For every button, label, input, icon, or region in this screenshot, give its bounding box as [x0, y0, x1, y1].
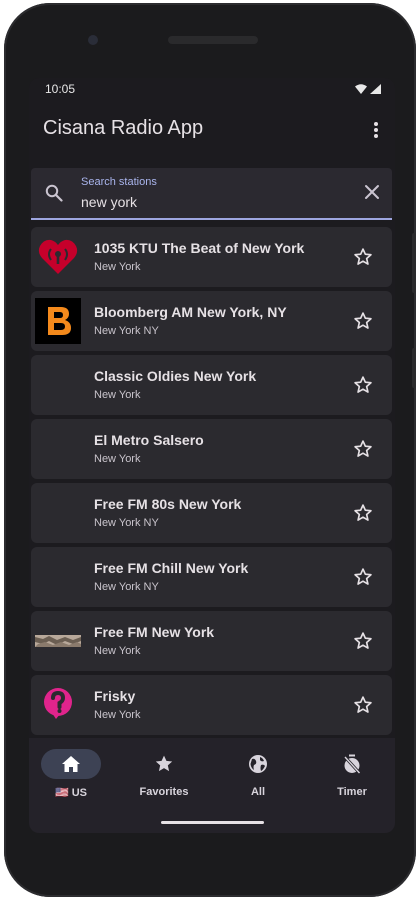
station-location: New York NY — [94, 517, 159, 529]
signal-icon — [370, 84, 381, 94]
station-location: New York — [94, 453, 141, 465]
favorite-star-icon[interactable] — [353, 631, 373, 651]
search-input[interactable] — [81, 192, 301, 212]
favorite-star-icon[interactable] — [353, 503, 373, 523]
nav-label: Timer — [337, 786, 367, 798]
phone-frame: 10:05 Cisana Radio App Search stations n… — [4, 3, 416, 897]
station-card[interactable]: Free FM 80s New York New York NY — [31, 483, 392, 543]
station-location: New York — [94, 709, 141, 721]
status-bar: 10:05 — [29, 78, 395, 102]
timer-off-icon — [343, 754, 361, 774]
station-name: Free FM Chill New York — [94, 560, 249, 576]
favorite-star-icon[interactable] — [353, 695, 373, 715]
station-card[interactable]: Frisky New York — [31, 675, 392, 735]
globe-icon — [249, 755, 267, 773]
front-camera — [88, 35, 98, 45]
station-location: New York — [94, 261, 141, 273]
iheart-logo — [38, 239, 78, 274]
earpiece-speaker — [168, 36, 258, 44]
station-name: 1035 KTU The Beat of New York — [94, 240, 305, 256]
nav-label: Favorites — [139, 786, 189, 798]
station-card[interactable]: Free FM New York New York — [31, 611, 392, 671]
search-label: Search stations — [81, 176, 157, 188]
home-icon — [62, 756, 80, 772]
power-button — [412, 348, 416, 388]
station-card[interactable]: Free FM Chill New York New York NY — [31, 547, 392, 607]
star-icon — [155, 755, 173, 772]
nav-active-indicator — [41, 749, 101, 779]
nav-label: 🇺🇸 US — [54, 787, 88, 799]
station-name: Classic Oldies New York — [94, 368, 257, 384]
favorite-star-icon[interactable] — [353, 567, 373, 587]
station-card[interactable]: Classic Oldies New York New York — [31, 355, 392, 415]
status-time: 10:05 — [45, 82, 76, 96]
more-options-button[interactable] — [371, 120, 381, 140]
favorite-star-icon[interactable] — [353, 439, 373, 459]
more-vert-icon — [374, 122, 378, 126]
frisky-logo — [44, 688, 72, 719]
station-name: Free FM 80s New York — [94, 496, 242, 512]
wifi-icon — [355, 84, 367, 94]
volume-button — [412, 233, 416, 293]
station-location: New York — [94, 645, 141, 657]
station-name: El Metro Salsero — [94, 432, 204, 448]
bloomberg-logo — [35, 298, 81, 344]
nav-timer[interactable]: Timer — [312, 746, 392, 806]
nav-label: All — [250, 786, 266, 798]
station-location: New York — [94, 389, 141, 401]
nav-favorites[interactable]: Favorites — [124, 746, 204, 806]
app-bar: Cisana Radio App — [29, 102, 395, 158]
search-field[interactable]: Search stations — [31, 168, 392, 220]
app-screen: 10:05 Cisana Radio App Search stations n… — [29, 78, 395, 833]
gesture-bar[interactable] — [161, 821, 264, 824]
bottom-navigation: 🇺🇸 US Favorites All Timer — [29, 738, 395, 833]
nav-us[interactable]: 🇺🇸 US — [31, 746, 111, 806]
station-card[interactable]: Bloomberg AM New York, NY New York NY — [31, 291, 392, 351]
station-name: Bloomberg AM New York, NY — [94, 304, 287, 320]
search-icon — [45, 184, 63, 202]
station-location: New York NY — [94, 325, 159, 337]
station-card[interactable]: El Metro Salsero New York — [31, 419, 392, 479]
station-name: Frisky — [94, 688, 136, 704]
app-title: Cisana Radio App — [43, 117, 204, 139]
favorite-star-icon[interactable] — [353, 375, 373, 395]
station-location: New York NY — [94, 581, 159, 593]
station-card[interactable]: 1035 KTU The Beat of New York New York — [31, 227, 392, 287]
favorite-star-icon[interactable] — [353, 247, 373, 267]
station-name: Free FM New York — [94, 624, 215, 640]
favorite-star-icon[interactable] — [353, 311, 373, 331]
nav-all[interactable]: All — [218, 746, 298, 806]
status-icons — [355, 84, 381, 94]
close-icon[interactable] — [364, 184, 380, 200]
freefm-logo — [35, 635, 81, 647]
